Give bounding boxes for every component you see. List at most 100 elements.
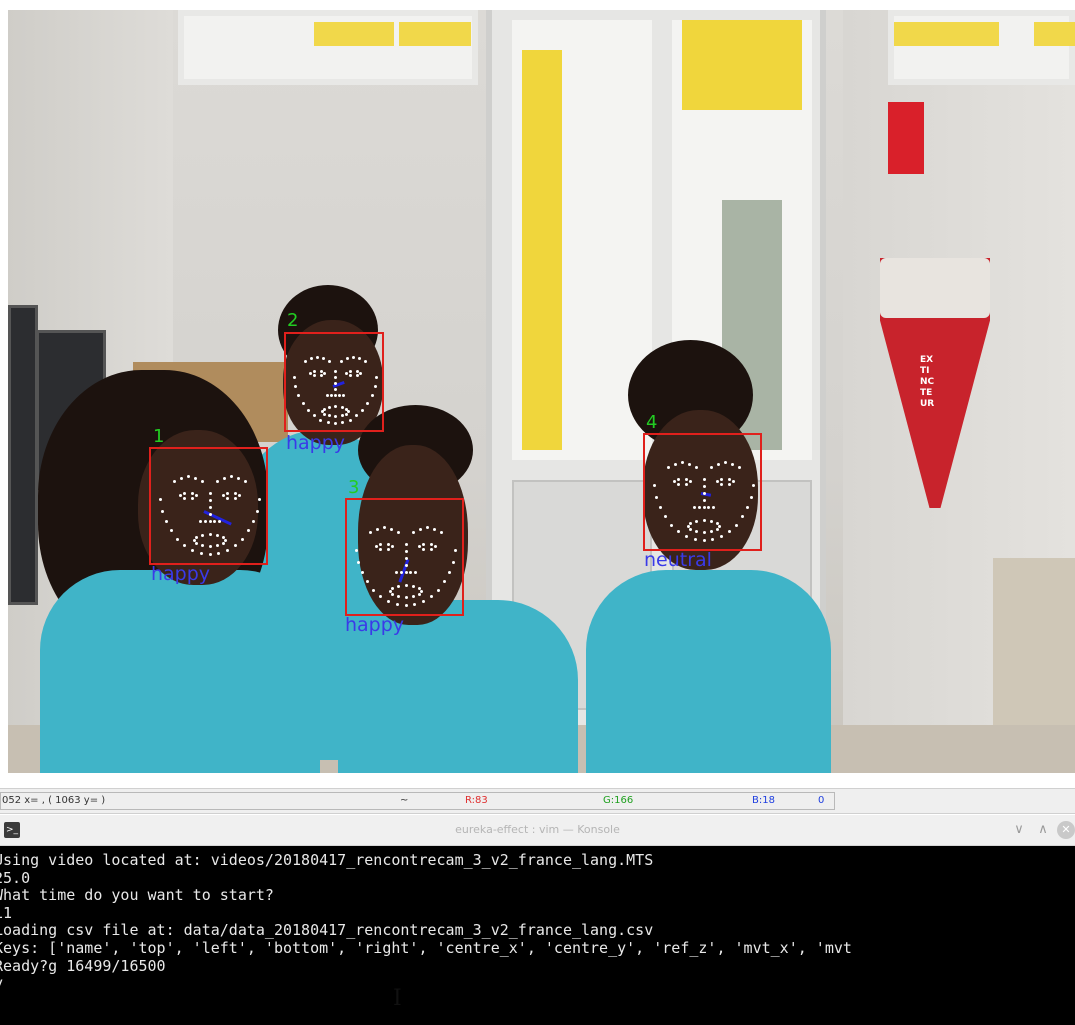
video-frame: EXTINCTEUR 1 happy 2 happy 3 happy 4 neu…: [8, 10, 1075, 773]
landmark-point: [200, 533, 204, 537]
landmark-point: [399, 571, 403, 575]
fire-extinguisher-sign: [888, 102, 924, 174]
person-4-shirt: [586, 570, 831, 773]
landmark-point: [697, 506, 701, 510]
minimize-button[interactable]: ∨: [1010, 821, 1028, 839]
person-1-shirt: [40, 570, 320, 773]
landmark-point: [345, 407, 349, 411]
pc-tower: [8, 305, 38, 605]
landmark-point: [368, 531, 372, 535]
face-id-4: 4: [646, 412, 658, 433]
landmark-point: [421, 542, 425, 546]
landmark-point: [326, 394, 329, 397]
top-window-right: [888, 10, 1075, 85]
landmark-point: [328, 360, 331, 363]
landmark-point: [673, 462, 677, 466]
landmark-point: [334, 376, 337, 379]
landmark-point: [319, 374, 323, 378]
landmark-point: [312, 374, 316, 378]
maximize-button[interactable]: ∧: [1034, 821, 1052, 839]
pixel-r-value: R:83: [465, 795, 488, 806]
landmark-point: [396, 584, 400, 588]
landmark-point: [334, 370, 337, 373]
cursor-coords: 052 x= , ( 1063 y= ): [2, 795, 106, 806]
close-button[interactable]: ✕: [1057, 821, 1075, 839]
landmark-point: [749, 495, 753, 499]
landmark-point: [404, 557, 408, 560]
landmark-point: [417, 545, 421, 549]
landmark-point: [734, 523, 738, 527]
landmark-point: [373, 385, 377, 389]
landmark-point: [304, 360, 307, 363]
landmark-point: [418, 527, 422, 531]
landmark-point: [728, 482, 732, 486]
landmark-point: [319, 369, 323, 373]
landmark-point: [672, 480, 676, 484]
landmark-point: [411, 531, 415, 535]
status-tilde: ~: [400, 795, 409, 806]
landmark-point: [208, 533, 212, 537]
landmark-point: [301, 401, 305, 405]
landmark-point: [728, 477, 732, 481]
landmark-point: [240, 537, 244, 541]
terminal-line: 25.0: [0, 868, 31, 887]
landmark-point: [702, 506, 706, 510]
landmark-point: [348, 369, 352, 373]
landmark-point: [694, 519, 698, 523]
konsole-titlebar[interactable]: >_ eureka-effect : vim — Konsole ∨ ∧ ✕: [0, 815, 1075, 846]
landmark-point: [345, 412, 349, 416]
landmark-point: [694, 530, 698, 534]
landmark-point: [378, 542, 382, 546]
landmark-point: [702, 519, 706, 523]
landmark-point: [176, 537, 180, 541]
landmark-point: [309, 372, 312, 375]
face-emotion-4: neutral: [644, 549, 712, 571]
landmark-point: [203, 520, 207, 524]
landmark-point: [666, 466, 670, 470]
landmark-point: [404, 595, 408, 599]
landmark-point: [417, 587, 421, 591]
landmark-point: [164, 520, 168, 523]
landmark-point: [327, 414, 331, 418]
landmark-point: [225, 549, 229, 553]
landmark-point: [359, 372, 362, 375]
landmark-point: [709, 466, 713, 470]
landmark-point: [360, 571, 364, 574]
landmark-point: [237, 476, 241, 480]
landmark-point: [451, 560, 455, 564]
landmark-point: [348, 374, 352, 378]
pixel-b-value: B:18: [752, 795, 775, 806]
pixel-g-value: G:166: [603, 795, 634, 806]
landmark-point: [404, 549, 408, 553]
landmark-point: [327, 405, 331, 409]
landmark-point: [430, 542, 434, 546]
landmark-point: [715, 522, 719, 526]
landmark-point: [404, 564, 408, 568]
face-id-1: 1: [153, 426, 165, 447]
landmark-point: [421, 600, 425, 604]
terminal-output[interactable]: Using video located at: videos/20180417_…: [0, 846, 1075, 1025]
landmark-point: [430, 547, 434, 551]
landmark-point: [390, 527, 394, 531]
text-cursor-icon: I: [393, 986, 402, 1011]
landmark-point: [702, 499, 706, 503]
landmark-point: [702, 484, 706, 488]
landmark-point: [355, 374, 359, 378]
landmark-point: [221, 541, 225, 545]
landmark-point: [357, 560, 361, 564]
window-title: eureka-effect : vim — Konsole: [455, 823, 620, 836]
landmark-point: [215, 480, 219, 484]
top-window-left: [178, 10, 478, 85]
landmark-point: [225, 496, 229, 500]
landmark-point: [182, 491, 186, 495]
terminal-line: y: [0, 975, 1075, 993]
landmark-point: [702, 539, 706, 543]
landmark-point: [208, 553, 212, 557]
face-emotion-3: happy: [345, 614, 405, 636]
landmark-point: [715, 527, 719, 531]
landmark-point: [330, 394, 333, 397]
landmark-point: [355, 369, 359, 373]
terminal-line: What time do you want to start?: [0, 886, 274, 905]
landmark-point: [178, 494, 182, 498]
landmark-point: [348, 418, 352, 422]
